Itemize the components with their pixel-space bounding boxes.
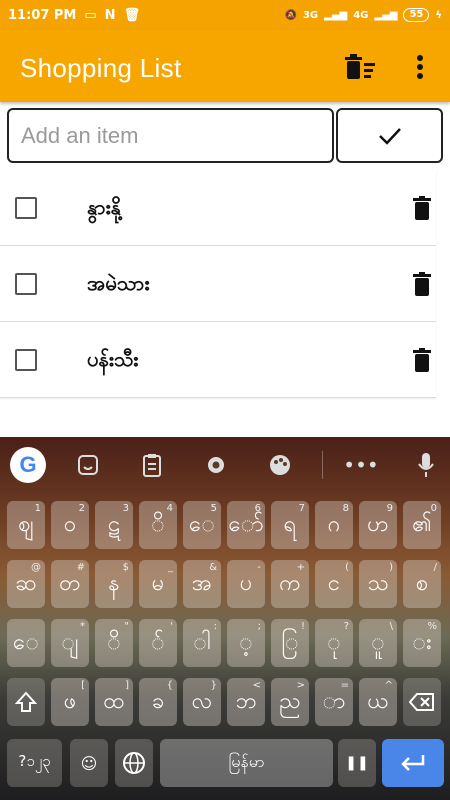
microphone-icon[interactable] [408,447,444,483]
keyboard-toolbar: G ••• [0,437,450,492]
language-key[interactable] [115,739,153,787]
key[interactable]: း% [403,619,441,667]
charging-icon: ϟ [435,9,442,21]
item-checkbox[interactable] [15,273,37,295]
list-item: နွားနို့ [0,170,436,246]
item-label: ပန်းသီး [87,347,139,371]
key[interactable]: က + [271,560,309,608]
key[interactable]: ့; [227,619,265,667]
enter-key[interactable] [382,739,444,787]
google-icon[interactable]: G [10,447,46,483]
item-label: အမဲသား [87,271,150,295]
more-icon[interactable]: ••• [343,447,379,483]
key[interactable]: ဋ3 [95,501,133,549]
key[interactable]: ဂ8 [315,501,353,549]
app-bar: Shopping List [0,30,450,102]
delete-sweep-icon [345,54,375,79]
list-item: ပန်းသီး [0,322,436,398]
shift-key[interactable] [7,678,45,726]
delete-item-button[interactable] [412,348,432,372]
on-screen-keyboard: G ••• ဈ1 ဝ2 ဋ3 ိ 4 ေ 5 ော် 6 ရ7 ဂ8 ဟ9 ၏ 0 ဆ @… [0,437,450,800]
key[interactable]: ါ: [183,619,221,667]
symbols-key[interactable]: ?၁၂၃ [7,739,62,787]
space-bar[interactable]: မြန်မာ [160,739,333,787]
key[interactable]: ယ ^ [359,678,397,726]
list-item: အမဲသား [0,246,436,322]
pause-icon: ❚❚ [345,755,369,771]
signal-bars-icon: ▂▄▆ [324,9,348,21]
key[interactable]: ဟ9 [359,501,397,549]
backspace-key[interactable] [403,678,441,726]
key[interactable]: ည > [271,678,309,726]
enter-icon [401,755,425,771]
toolbar-divider [322,451,323,479]
mute-icon: 🔕 [284,9,297,21]
key[interactable]: ခ{ [139,678,177,726]
key[interactable]: ေ 5 [183,501,221,549]
item-checkbox[interactable] [15,197,37,219]
sticker-icon[interactable] [70,447,106,483]
signal-3g-icon: 3G [302,9,319,21]
key[interactable]: ပ- [227,560,265,608]
trash-notification-icon: 🗑 [123,7,141,23]
delete-item-button[interactable] [412,196,432,220]
more-vert-icon [417,55,423,79]
keyboard-icon: ▭ [84,7,97,23]
key[interactable]: ် ' [139,619,177,667]
status-bar: 11:07 PM ▭ N 🗑 🔕 3G ▂▄▆ 4G ▂▄▆ 55 ϟ [0,0,450,30]
check-icon [378,127,401,145]
key[interactable]: လ} [183,678,221,726]
shopping-list: နွားနို့ အမဲသား ပန်းသီး [0,170,450,398]
key[interactable]: အ & [183,560,221,608]
key[interactable]: တ # [51,560,89,608]
settings-icon[interactable] [198,447,234,483]
palette-icon[interactable] [262,447,298,483]
trash-icon [413,348,431,372]
key[interactable]: ိ 4 [139,501,177,549]
key[interactable]: ရ7 [271,501,309,549]
key[interactable]: မ _ [139,560,177,608]
key[interactable]: ဆ @ [7,560,45,608]
item-checkbox[interactable] [15,349,37,371]
key[interactable]: ဖ[ [51,678,89,726]
shift-icon [15,691,37,712]
trash-icon [413,272,431,296]
key[interactable]: ဝ2 [51,501,89,549]
key[interactable]: န $ [95,560,133,608]
key[interactable]: ေ [7,619,45,667]
n-app-icon: N [104,7,116,23]
key[interactable]: ော် 6 [227,501,265,549]
backspace-icon [409,693,434,711]
add-item-input[interactable] [7,108,334,163]
pause-key[interactable]: ❚❚ [338,739,376,787]
key[interactable]: ဘ < [227,678,265,726]
battery-icon: 55 [403,8,430,22]
key[interactable]: ြ! [271,619,309,667]
delete-item-button[interactable] [412,272,432,296]
key[interactable]: သ) [359,560,397,608]
status-time: 11:07 PM [8,7,77,23]
key[interactable]: ိ " [95,619,133,667]
key[interactable]: ဈ1 [7,501,45,549]
key[interactable]: င( [315,560,353,608]
key[interactable]: ု? [315,619,353,667]
key[interactable]: စ / [403,560,441,608]
clipboard-icon[interactable] [134,447,170,483]
trash-icon [413,196,431,220]
item-label: နွားနို့ [87,195,121,219]
add-item-button[interactable] [336,108,443,163]
signal-bars-2-icon: ▂▄▆ [374,9,398,21]
globe-icon [123,752,145,774]
page-title: Shopping List [20,53,182,83]
key[interactable]: ူ \ [359,619,397,667]
key[interactable]: ထ] [95,678,133,726]
more-options-button[interactable] [410,52,430,82]
emoji-icon: ☺ [80,753,98,773]
clear-list-button[interactable] [344,54,376,82]
emoji-key[interactable]: ☺ [70,739,108,787]
key[interactable]: ာ = [315,678,353,726]
key[interactable]: ၏ 0 [403,501,441,549]
key[interactable]: ျ * [51,619,89,667]
signal-4g-icon: 4G [353,9,369,21]
